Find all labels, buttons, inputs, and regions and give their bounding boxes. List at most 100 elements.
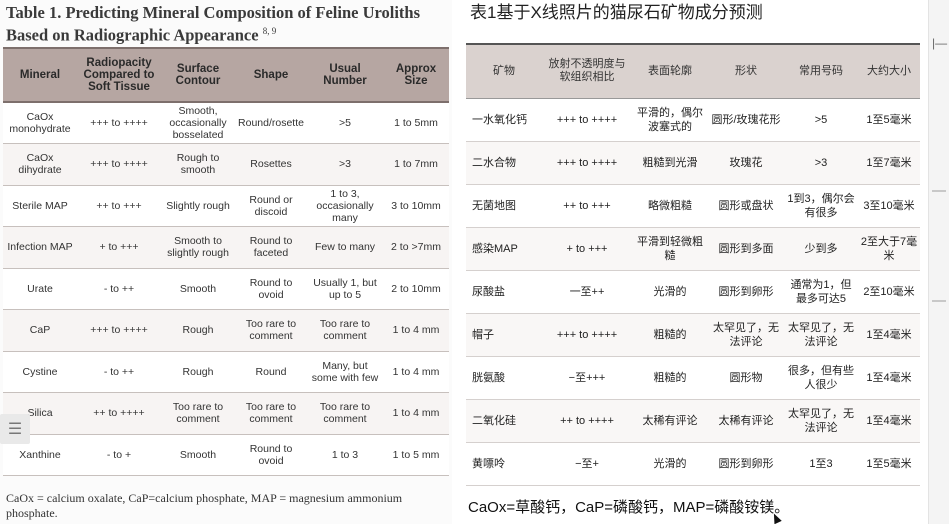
table-row: 黄嘌呤 −至+ 光滑的 圆形到卵形 1至3 1至5毫米 bbox=[466, 442, 920, 486]
cell-radiopacity: ++ to ++++ bbox=[542, 399, 632, 443]
cell-usual-number: 1到3，偶尔会有很多 bbox=[784, 184, 858, 228]
edge-marker-icon: |— bbox=[932, 36, 948, 50]
table-row: 二氧化硅 ++ to ++++ 太稀有评论 太稀有评论 太罕见了，无法评论 1至4毫米 bbox=[466, 399, 920, 443]
cell-mineral: 感染MAP bbox=[466, 227, 542, 271]
header-surface-contour: 表面轮廓 bbox=[632, 43, 708, 99]
cell-surface-contour: 太稀有评论 bbox=[632, 399, 708, 443]
english-table-panel: Table 1. Predicting Mineral Composition … bbox=[0, 0, 452, 524]
header-radiopacity: 放射不透明度与软组织相比 bbox=[542, 43, 632, 99]
cell-shape: 圆形到多面 bbox=[708, 227, 784, 271]
table-header-row: 矿物 放射不透明度与软组织相比 表面轮廓 形状 常用号码 大约大小 bbox=[466, 43, 920, 99]
cell-shape: Round or discoid bbox=[235, 185, 307, 227]
menu-toggle-button[interactable]: ☰ bbox=[0, 414, 30, 444]
cell-approx-size: 3至10毫米 bbox=[858, 184, 920, 228]
cell-mineral: Sterile MAP bbox=[3, 185, 77, 227]
cell-usual-number: >5 bbox=[784, 98, 858, 142]
header-shape: 形状 bbox=[708, 43, 784, 99]
cell-shape: Rosettes bbox=[235, 143, 307, 186]
title-references: 8, 9 bbox=[262, 26, 277, 36]
window-edge-strip: |— bbox=[928, 0, 949, 524]
cell-usual-number: Too rare to comment bbox=[307, 392, 383, 435]
cell-mineral: 无菌地图 bbox=[466, 184, 542, 228]
cell-surface-contour: Too rare to comment bbox=[161, 392, 235, 435]
cell-approx-size: 1至7毫米 bbox=[858, 141, 920, 185]
cell-surface-contour: Rough bbox=[161, 351, 235, 393]
cell-approx-size: 2 to 10mm bbox=[383, 268, 449, 310]
cell-surface-contour: Rough to smooth bbox=[161, 143, 235, 186]
cell-usual-number: Usually 1, but up to 5 bbox=[307, 268, 383, 310]
table-row: Infection MAP + to +++ Smooth to slightly … bbox=[3, 226, 449, 269]
cell-mineral: Infection MAP bbox=[3, 226, 77, 269]
header-radiopacity: Radiopacity Compared to Soft Tissue bbox=[77, 47, 161, 103]
cell-radiopacity: +++ to ++++ bbox=[77, 309, 161, 352]
cell-approx-size: 1 to 4 mm bbox=[383, 351, 449, 393]
cell-shape: Round bbox=[235, 351, 307, 393]
cell-approx-size: 1 to 5mm bbox=[383, 102, 449, 144]
header-usual-number: 常用号码 bbox=[784, 43, 858, 99]
cell-usual-number: Too rare to comment bbox=[307, 309, 383, 352]
cell-usual-number: 通常为1，但最多可达5 bbox=[784, 270, 858, 314]
cell-shape: Round/rosette bbox=[235, 102, 307, 144]
cell-mineral: Cystine bbox=[3, 351, 77, 393]
cell-usual-number: 太罕见了，无法评论 bbox=[784, 313, 858, 357]
cell-radiopacity: - to + bbox=[77, 434, 161, 476]
cell-radiopacity: +++ to ++++ bbox=[542, 313, 632, 357]
cell-radiopacity: −至+ bbox=[542, 442, 632, 486]
cell-radiopacity: ++ to ++++ bbox=[77, 392, 161, 435]
chinese-table-title: 表1基于X线照片的猫尿石矿物成分预测 bbox=[470, 3, 763, 22]
table-row: Urate - to ++ Smooth Round to ovoid Usually … bbox=[3, 268, 449, 310]
table-row: Silica ++ to ++++ Too rare to comment Too r… bbox=[3, 392, 449, 435]
english-footnote: CaOx = calcium oxalate, CaP=calcium phos… bbox=[6, 491, 403, 520]
cell-approx-size: 1至4毫米 bbox=[858, 399, 920, 443]
cell-radiopacity: - to ++ bbox=[77, 351, 161, 393]
cell-surface-contour: 粗糙的 bbox=[632, 356, 708, 400]
cell-mineral: Urate bbox=[3, 268, 77, 310]
table-row: Sterile MAP ++ to +++ Slightly rough Round … bbox=[3, 185, 449, 227]
cell-mineral: 二水合物 bbox=[466, 141, 542, 185]
header-usual-number: Usual Number bbox=[307, 47, 383, 103]
cell-usual-number: 1至3 bbox=[784, 442, 858, 486]
edge-divider bbox=[932, 190, 946, 192]
cell-mineral: CaOx monohydrate bbox=[3, 102, 77, 144]
cell-usual-number: 太罕见了，无法评论 bbox=[784, 399, 858, 443]
cell-approx-size: 1 to 4 mm bbox=[383, 309, 449, 352]
table-row: 尿酸盐 一至++ 光滑的 圆形到卵形 通常为1，但最多可达5 2至10毫米 bbox=[466, 270, 920, 314]
cell-approx-size: 3 to 10mm bbox=[383, 185, 449, 227]
cell-radiopacity: + to +++ bbox=[542, 227, 632, 271]
cell-surface-contour: Slightly rough bbox=[161, 185, 235, 227]
cell-shape: 玫瑰花 bbox=[708, 141, 784, 185]
cell-surface-contour: 粗糙到光滑 bbox=[632, 141, 708, 185]
table-row: 胱氨酸 −至+++ 粗糙的 圆形物 很多，但有些人很少 1至4毫米 bbox=[466, 356, 920, 400]
header-approx-size: 大约大小 bbox=[858, 43, 920, 99]
table-row: CaP +++ to ++++ Rough Too rare to comment To… bbox=[3, 309, 449, 352]
cell-approx-size: 2 to >7mm bbox=[383, 226, 449, 269]
cell-surface-contour: 略微粗糙 bbox=[632, 184, 708, 228]
cell-mineral: 一水氧化钙 bbox=[466, 98, 542, 142]
cell-shape: 圆形物 bbox=[708, 356, 784, 400]
cell-radiopacity: ++ to +++ bbox=[77, 185, 161, 227]
table-row: CaOx dihydrate +++ to ++++ Rough to smooth… bbox=[3, 143, 449, 186]
cell-usual-number: 少到多 bbox=[784, 227, 858, 271]
table-row: Xanthine - to + Smooth Round to ovoid 1 to 3… bbox=[3, 434, 449, 476]
cell-approx-size: 1至5毫米 bbox=[858, 98, 920, 142]
title-line-2: Based on Radiographic Appearance bbox=[6, 25, 259, 45]
cell-approx-size: 1 to 7mm bbox=[383, 143, 449, 186]
cell-surface-contour: 平滑到轻微粗糙 bbox=[632, 227, 708, 271]
cell-mineral: CaOx dihydrate bbox=[3, 143, 77, 186]
cell-shape: 圆形到卵形 bbox=[708, 442, 784, 486]
cell-approx-size: 1 to 5 mm bbox=[383, 434, 449, 476]
table-row: 感染MAP + to +++ 平滑到轻微粗糙 圆形到多面 少到多 2至大于7毫米 bbox=[466, 227, 920, 271]
cell-radiopacity: +++ to ++++ bbox=[542, 98, 632, 142]
cell-mineral: 胱氨酸 bbox=[466, 356, 542, 400]
cell-approx-size: 1至4毫米 bbox=[858, 313, 920, 357]
cell-usual-number: Few to many bbox=[307, 226, 383, 269]
cell-surface-contour: 粗糙的 bbox=[632, 313, 708, 357]
cell-surface-contour: Smooth, occasionally bosselated bbox=[161, 102, 235, 144]
cell-usual-number: 1 to 3 bbox=[307, 434, 383, 476]
cell-radiopacity: 一至++ bbox=[542, 270, 632, 314]
cell-surface-contour: 光滑的 bbox=[632, 270, 708, 314]
cell-surface-contour: Rough bbox=[161, 309, 235, 352]
cell-surface-contour: 光滑的 bbox=[632, 442, 708, 486]
cell-usual-number: >5 bbox=[307, 102, 383, 144]
cell-radiopacity: + to +++ bbox=[77, 226, 161, 269]
